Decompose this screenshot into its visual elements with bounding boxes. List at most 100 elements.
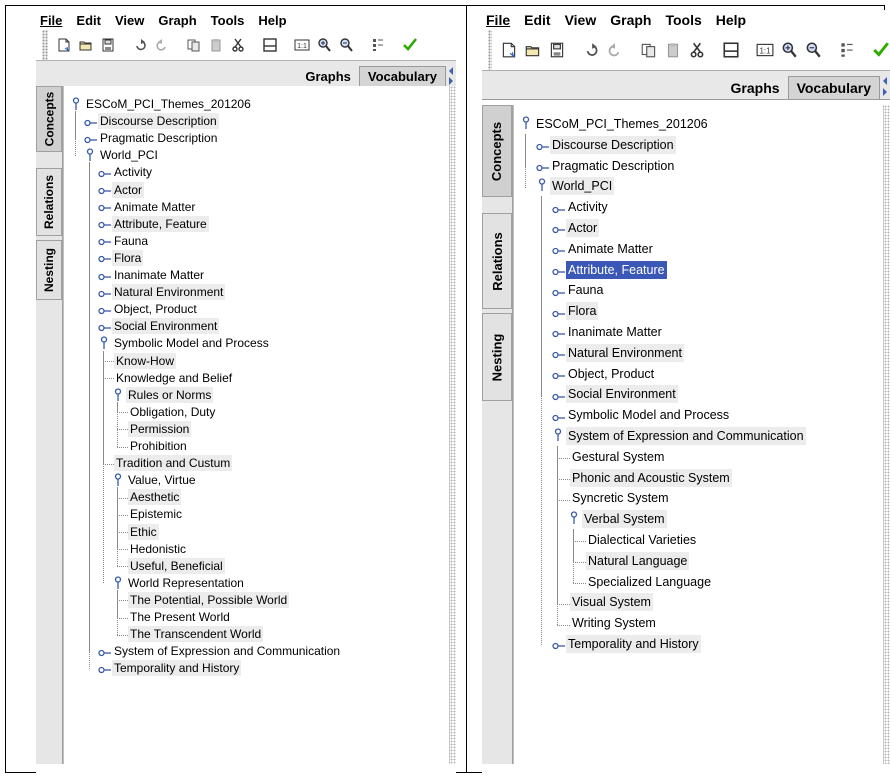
tree-node[interactable]: Animate Matter	[112, 199, 197, 215]
undo-icon[interactable]	[582, 41, 600, 59]
expand-toggle-icon[interactable]	[98, 664, 112, 678]
tree-node[interactable]: Phonic and Acoustic System	[570, 468, 732, 487]
menu-graph[interactable]: Graph	[610, 12, 651, 28]
expand-toggle-icon[interactable]	[98, 185, 112, 199]
concept-tree[interactable]: ESCoM_PCI_Themes_201206 Discourse Descrip…	[63, 86, 456, 764]
tree-node[interactable]: Prohibition	[128, 438, 189, 454]
tree-node[interactable]: Natural Environment	[112, 284, 226, 301]
collapse-toggle-icon[interactable]	[99, 336, 109, 353]
zoom-out-icon[interactable]	[338, 37, 354, 53]
tree-node[interactable]: Discourse Description	[550, 135, 676, 154]
tree-node[interactable]: Epistemic	[128, 506, 184, 522]
toolbar-grip[interactable]	[488, 30, 492, 70]
check-icon[interactable]	[402, 37, 418, 53]
tab-graphs[interactable]: Graphs	[723, 77, 788, 99]
tree-node[interactable]: Rules or Norms	[126, 386, 214, 403]
tree-node[interactable]: Social Environment	[112, 318, 220, 335]
tree-node[interactable]: The Potential, Possible World	[128, 591, 290, 608]
menu-edit[interactable]: Edit	[524, 12, 550, 28]
menu-file[interactable]: File	[40, 13, 62, 28]
collapse-toggle-icon[interactable]	[71, 97, 81, 114]
fit-window-icon[interactable]	[262, 37, 278, 53]
tree-node[interactable]: World_PCI	[98, 147, 160, 163]
zoom-actual-icon[interactable]: 1:1	[294, 37, 310, 53]
tree-node[interactable]: Inanimate Matter	[112, 267, 206, 283]
new-document-icon[interactable]	[500, 41, 518, 59]
collapse-toggle-icon[interactable]	[521, 116, 531, 133]
tree-node[interactable]: Hedonistic	[128, 541, 188, 557]
check-icon[interactable]	[872, 41, 890, 59]
tree-node[interactable]: Useful, Beneficial	[128, 557, 225, 574]
menu-graph[interactable]: Graph	[158, 13, 196, 28]
tree-node[interactable]: Fauna	[112, 233, 150, 249]
vtab-nesting[interactable]: Nesting	[36, 240, 62, 300]
zoom-in-icon[interactable]	[780, 41, 798, 59]
tree-node[interactable]: Gestural System	[570, 448, 666, 466]
tree-node[interactable]: Flora	[112, 249, 144, 266]
tree-node[interactable]: Dialectical Varieties	[586, 531, 698, 549]
expand-toggle-icon[interactable]	[98, 168, 112, 182]
tree-node[interactable]: Activity	[112, 164, 154, 180]
tree-node[interactable]: Fauna	[566, 281, 605, 299]
expand-toggle-icon[interactable]	[552, 308, 566, 322]
zoom-actual-icon[interactable]: 1:1	[756, 41, 774, 59]
tree-node[interactable]: Attribute, Feature	[112, 215, 209, 232]
cut-icon[interactable]	[230, 37, 246, 53]
menu-tools[interactable]: Tools	[211, 13, 245, 28]
undo-icon[interactable]	[132, 37, 148, 53]
open-folder-icon[interactable]	[524, 41, 542, 59]
menu-view[interactable]: View	[565, 12, 597, 28]
tab-vocabulary[interactable]: Vocabulary	[787, 76, 880, 99]
tree-node[interactable]: Symbolic Model and Process	[112, 335, 271, 351]
menu-view[interactable]: View	[115, 13, 144, 28]
concept-tree[interactable]: ESCoM_PCI_Themes_201206 Discourse Descrip…	[513, 105, 890, 764]
tree-node[interactable]: Flora	[566, 302, 599, 321]
tree-node[interactable]: World_PCI	[550, 177, 615, 196]
vtab-relations[interactable]: Relations	[36, 168, 62, 236]
expand-toggle-icon[interactable]	[98, 647, 112, 661]
expand-toggle-icon[interactable]	[98, 202, 112, 216]
tree-node[interactable]: Temporality and History	[566, 635, 701, 653]
tree-node[interactable]: The Transcendent World	[128, 626, 264, 643]
save-icon[interactable]	[548, 41, 566, 59]
menu-tools[interactable]: Tools	[665, 12, 701, 28]
vtab-concepts[interactable]: Concepts	[482, 105, 512, 197]
tree-node[interactable]: The Present World	[128, 609, 232, 625]
menu-help[interactable]: Help	[258, 13, 286, 28]
expand-toggle-icon[interactable]	[552, 245, 566, 259]
layout-icon[interactable]	[370, 37, 386, 53]
tree-node[interactable]: Attribute, Feature	[566, 260, 667, 279]
tree-node[interactable]: Verbal System	[582, 510, 667, 529]
tab-scroll-arrows[interactable]	[446, 63, 456, 87]
vtab-nesting[interactable]: Nesting	[482, 313, 512, 401]
save-icon[interactable]	[100, 37, 116, 53]
expand-toggle-icon[interactable]	[552, 412, 566, 426]
expand-toggle-icon[interactable]	[84, 117, 98, 131]
tree-node[interactable]: ESCoM_PCI_Themes_201206	[84, 96, 253, 112]
scroll-strip[interactable]	[449, 86, 456, 764]
expand-toggle-icon[interactable]	[98, 305, 112, 319]
open-folder-icon[interactable]	[78, 37, 94, 53]
tree-node[interactable]: Aesthetic	[128, 489, 182, 506]
expand-toggle-icon[interactable]	[552, 287, 566, 301]
menu-file[interactable]: File	[486, 12, 510, 28]
tree-node[interactable]: Inanimate Matter	[566, 323, 664, 341]
tree-node[interactable]: Syncretic System	[570, 489, 671, 507]
layout-icon[interactable]	[838, 41, 856, 59]
tree-node[interactable]: Temporality and History	[112, 660, 242, 677]
expand-toggle-icon[interactable]	[98, 253, 112, 267]
copy-icon[interactable]	[640, 41, 658, 59]
new-document-icon[interactable]	[56, 37, 72, 53]
expand-toggle-icon[interactable]	[552, 640, 566, 654]
tree-node[interactable]: Ethic	[128, 523, 159, 540]
tree-node[interactable]: Writing System	[570, 614, 658, 632]
expand-toggle-icon[interactable]	[98, 236, 112, 250]
expand-toggle-icon[interactable]	[552, 349, 566, 363]
tree-node[interactable]: Social Environment	[566, 385, 678, 404]
redo-icon[interactable]	[154, 37, 170, 53]
expand-toggle-icon[interactable]	[536, 162, 550, 176]
tree-node[interactable]: Value, Virtue	[126, 472, 198, 488]
cut-icon[interactable]	[688, 41, 706, 59]
vtab-relations[interactable]: Relations	[482, 213, 512, 309]
menu-help[interactable]: Help	[716, 12, 746, 28]
